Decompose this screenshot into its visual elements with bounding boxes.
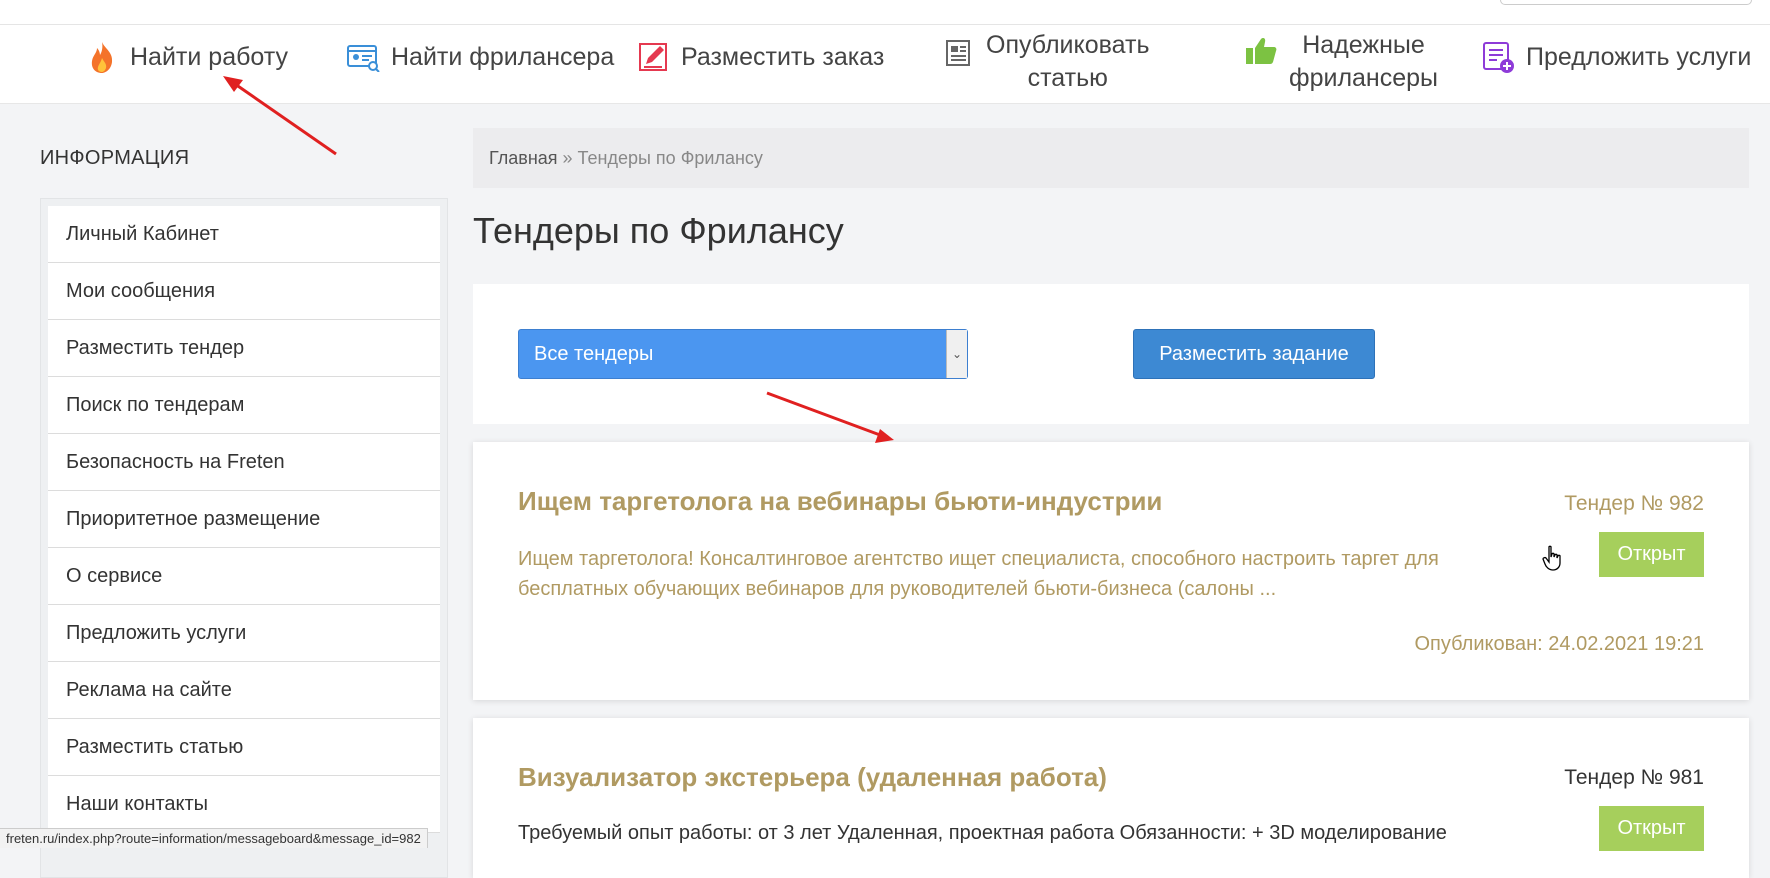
nav-find-work[interactable]: Найти работу (84, 39, 288, 75)
sidebar-item-personal-account[interactable]: Личный Кабинет (48, 206, 440, 263)
fire-icon (84, 39, 120, 75)
hand-cursor-icon (1542, 545, 1561, 571)
nav-post-order[interactable]: Разместить заказ (635, 39, 884, 75)
newspaper-icon (940, 35, 976, 71)
sidebar-item-tender-search[interactable]: Поиск по тендерам (48, 377, 440, 434)
header-search-field-edge[interactable] (1500, 0, 1752, 5)
nav-publish-article-label: Опубликовать статью (986, 31, 1150, 92)
tender-number: Тендер № 981 (1564, 766, 1704, 789)
tender-card[interactable]: Ищем таргетолога на вебинары бьюти-индус… (473, 442, 1749, 700)
tender-description[interactable]: Ищем таргетолога! Консалтинговое агентст… (518, 544, 1518, 604)
sidebar-item-security[interactable]: Безопасность на Freten (48, 434, 440, 491)
nav-post-order-label: Разместить заказ (681, 42, 885, 71)
sidebar-menu: Личный Кабинет Мои сообщения Разместить … (40, 198, 448, 878)
tender-published-date: Опубликован: 24.02.2021 19:21 (1414, 633, 1705, 655)
nav-find-work-label: Найти работу (130, 42, 288, 71)
post-task-button[interactable]: Разместить задание (1133, 329, 1375, 379)
sidebar-item-post-article[interactable]: Разместить статью (48, 719, 440, 776)
filter-panel: Все тендеры ⌄ Разместить задание (473, 284, 1749, 424)
browser-status-bar: freten.ru/index.php?route=information/me… (0, 828, 428, 848)
status-badge: Открыт (1599, 532, 1704, 577)
sidebar-item-my-messages[interactable]: Мои сообщения (48, 263, 440, 320)
edit-order-icon (635, 39, 671, 75)
tender-description[interactable]: Требуемый опыт работы: от 3 лет Удаленна… (518, 818, 1518, 848)
tender-title-link[interactable]: Визуализатор экстерьера (удаленная работ… (518, 762, 1107, 793)
page-title: Тендеры по Фрилансу (473, 210, 844, 251)
sidebar-item-priority-placement[interactable]: Приоритетное размещение (48, 491, 440, 548)
tender-card[interactable]: Визуализатор экстерьера (удаленная работ… (473, 718, 1749, 878)
tender-filter-value: Все тендеры (534, 343, 654, 365)
thumbs-up-icon (1243, 33, 1279, 69)
tender-number: Тендер № 982 (1564, 492, 1704, 515)
sidebar-item-advertising[interactable]: Реклама на сайте (48, 662, 440, 719)
tender-title-link[interactable]: Ищем таргетолога на вебинары бьюти-индус… (518, 486, 1162, 517)
status-badge: Открыт (1599, 806, 1704, 851)
top-strip (0, 0, 1770, 25)
nav-publish-article[interactable]: Опубликовать статью (940, 29, 1149, 95)
breadcrumb-current: Тендеры по Фрилансу (577, 148, 763, 168)
main-navigation: Найти работу Найти фрилансера Разместить (0, 25, 1770, 104)
nav-find-freelancer-label: Найти фрилансера (391, 42, 615, 71)
breadcrumb: Главная » Тендеры по Фрилансу (473, 128, 1749, 188)
sidebar-item-post-tender[interactable]: Разместить тендер (48, 320, 440, 377)
services-list-icon (1480, 39, 1516, 75)
sidebar-item-about[interactable]: О сервисе (48, 548, 440, 605)
chevron-down-icon[interactable]: ⌄ (946, 330, 967, 378)
breadcrumb-home-link[interactable]: Главная (489, 148, 558, 168)
sidebar-item-offer-services[interactable]: Предложить услуги (48, 605, 440, 662)
sidebar-item-contacts[interactable]: Наши контакты (48, 776, 440, 833)
sidebar-title: ИНФОРМАЦИЯ (40, 147, 190, 169)
nav-offer-services[interactable]: Предложить услуги (1480, 39, 1751, 75)
freelancer-card-icon (345, 39, 381, 75)
nav-offer-services-label: Предложить услуги (1526, 42, 1752, 71)
nav-reliable-freelancers-label: Надежные фрилансеры (1289, 31, 1439, 92)
tender-filter-select[interactable]: Все тендеры ⌄ (518, 329, 968, 379)
breadcrumb-separator: » (557, 148, 578, 168)
nav-reliable-freelancers[interactable]: Надежные фрилансеры (1243, 29, 1438, 95)
nav-find-freelancer[interactable]: Найти фрилансера (345, 39, 614, 75)
